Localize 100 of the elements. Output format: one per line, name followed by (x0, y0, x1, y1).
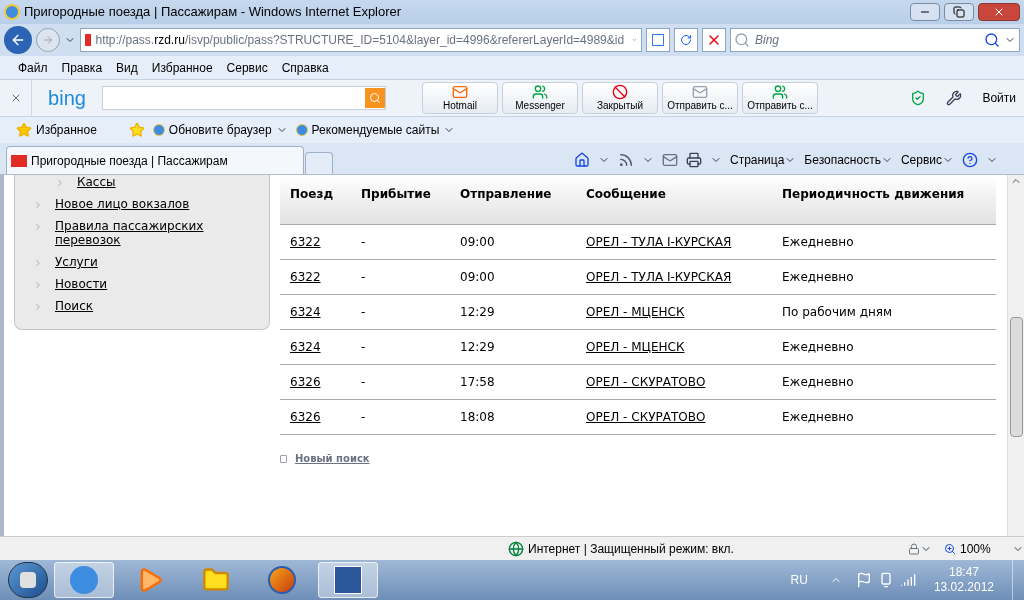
start-button[interactable] (8, 562, 48, 598)
block-icon (612, 83, 628, 100)
route-link[interactable]: ОРЕЛ - ТУЛА I-КУРСКАЯ (586, 270, 732, 284)
page-icon (280, 454, 287, 463)
search-icon[interactable] (984, 32, 1000, 48)
mail-icon[interactable] (661, 152, 678, 168)
sidebar-link[interactable]: Новости (55, 277, 108, 291)
train-link[interactable]: 6326 (290, 410, 321, 424)
train-link[interactable]: 6322 (290, 270, 321, 284)
stop-button[interactable] (702, 28, 726, 52)
minimize-button[interactable] (910, 3, 940, 21)
route-link[interactable]: ОРЕЛ - МЦЕНСК (586, 340, 685, 354)
wrench-icon (946, 90, 963, 106)
menu-item[interactable]: Вид (116, 58, 138, 77)
table-cell-text: Ежедневно (782, 409, 855, 426)
toolbar-button[interactable]: Messenger (502, 82, 578, 114)
globe-icon (508, 540, 524, 557)
route-link[interactable]: ОРЕЛ - ТУЛА I-КУРСКАЯ (586, 235, 732, 249)
menu-item[interactable]: Сервис (226, 58, 268, 77)
favorites-button[interactable]: Избранное (16, 121, 97, 139)
people-icon (532, 83, 548, 100)
table-cell-text: - (361, 234, 367, 251)
menu-item[interactable]: Правка (61, 58, 103, 77)
refresh-button[interactable] (674, 28, 698, 52)
lock-icon[interactable] (908, 542, 920, 555)
favorite-link[interactable]: Обновите браузер (152, 121, 288, 139)
sidebar-link[interactable]: Поиск (55, 299, 93, 313)
forward-button[interactable] (36, 28, 60, 52)
bullet-icon (55, 178, 65, 188)
route-link[interactable]: ОРЕЛ - МЦЕНСК (586, 305, 685, 319)
bullet-icon (33, 222, 43, 232)
toolbar-button[interactable]: Hotmail (422, 82, 498, 114)
new-search-link[interactable]: Новый поиск (295, 451, 370, 466)
toolbar-button[interactable]: Отправить с... (662, 82, 738, 114)
browser-tab[interactable]: Пригородные поезда | Пассажирам (6, 146, 304, 174)
menu-item[interactable]: Справка (281, 58, 329, 77)
favorite-link[interactable]: Рекомендуемые сайты (295, 121, 456, 139)
toolbar-button[interactable]: Отправить с... (742, 82, 818, 114)
table-cell-text: 12:29 (460, 304, 496, 321)
add-favorite-icon (128, 122, 145, 138)
magnifier-icon (734, 32, 750, 48)
route-link[interactable]: ОРЕЛ - СКУРАТОВО (586, 410, 706, 424)
scrollbar-thumb[interactable] (1009, 317, 1023, 437)
command-menu[interactable]: Безопасность (804, 151, 893, 169)
zoom-icon (944, 542, 956, 555)
table-cell-text: - (361, 374, 367, 391)
restore-button[interactable] (944, 3, 974, 21)
train-link[interactable]: 6324 (290, 340, 321, 354)
zoom-button[interactable]: 100% (944, 539, 1024, 558)
column-header: Отправление (460, 186, 553, 203)
route-link[interactable]: ОРЕЛ - СКУРАТОВО (586, 375, 706, 389)
taskbar-button[interactable] (54, 562, 114, 598)
bullet-icon (33, 280, 43, 290)
table-cell-text: Ежедневно (782, 339, 855, 356)
sidebar-link[interactable]: Кассы (77, 175, 116, 189)
feed-icon[interactable] (617, 152, 634, 168)
signal-icon[interactable] (899, 572, 916, 588)
train-link[interactable]: 6326 (290, 375, 321, 389)
command-menu[interactable]: Страница (729, 151, 797, 169)
folder-icon (202, 566, 230, 594)
sidebar-link[interactable]: Услуги (55, 255, 98, 269)
train-link[interactable]: 6324 (290, 305, 321, 319)
scrollbar[interactable] (1007, 175, 1024, 536)
back-button[interactable] (4, 26, 32, 54)
address-field[interactable]: http://pass.rzd.ru/isvp/public/pass?STRUCTURE_ID=5104&layer_id=4996&refererLayerId=4989&id (80, 28, 642, 52)
status-text: Интернет | Защищенный режим: вкл. (528, 540, 735, 558)
help-icon[interactable] (962, 152, 978, 168)
column-header: Периодичность движения (782, 186, 966, 203)
table-cell-text: 09:00 (460, 234, 496, 251)
restore-icon (953, 6, 965, 18)
sign-in-button[interactable]: Войти (982, 89, 1016, 107)
taskbar-button[interactable] (318, 562, 378, 598)
shield-icon (910, 90, 927, 106)
menu-item[interactable]: Избранное (151, 58, 213, 77)
table-cell-text: - (361, 304, 367, 321)
train-link[interactable]: 6322 (290, 235, 321, 249)
sidebar-link[interactable]: Правила пассажирских перевозок (55, 219, 261, 247)
table-cell-text: Ежедневно (782, 234, 855, 251)
sidebar-link[interactable]: Новое лицо вокзалов (55, 197, 190, 211)
window-title: Пригородные поезда | Пассажирам - Windows Internet Explorer (24, 3, 403, 22)
menu-item[interactable]: Файл (18, 58, 48, 77)
command-menu[interactable]: Сервис (900, 151, 954, 169)
compatibility-button[interactable] (646, 28, 670, 52)
bullet-icon (33, 302, 43, 312)
home-icon[interactable] (573, 152, 590, 168)
bing-search-field[interactable] (102, 86, 386, 110)
people-icon (772, 83, 788, 100)
close-button[interactable] (978, 3, 1020, 21)
bullet-icon (33, 200, 43, 210)
toolbar-button[interactable]: Закрытый (582, 82, 658, 114)
flag-icon[interactable] (855, 572, 872, 588)
envelope-icon (692, 83, 708, 100)
print-icon[interactable] (685, 152, 702, 168)
bing-logo: bing (47, 86, 87, 111)
forward-arrow-icon (42, 34, 54, 46)
search-field[interactable]: Bing (730, 28, 1020, 52)
table-cell-text: - (361, 409, 367, 426)
page-icon (652, 34, 664, 46)
mail-icon (452, 83, 468, 100)
refresh-icon (680, 34, 692, 46)
